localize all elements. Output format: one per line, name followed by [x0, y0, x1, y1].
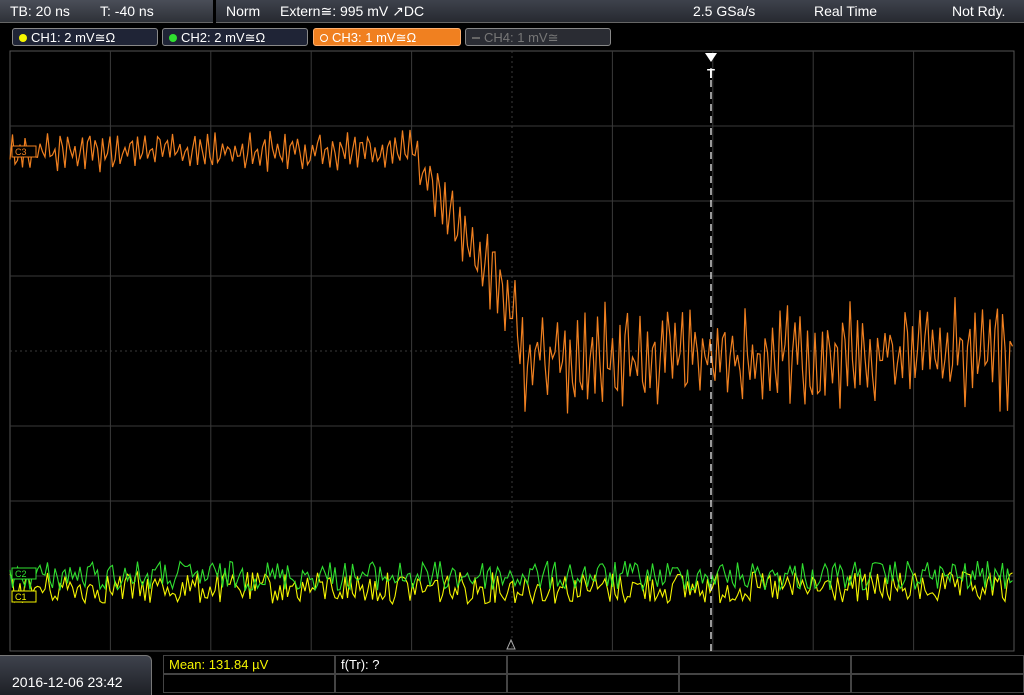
acquisition-status: Not Rdy.	[952, 3, 1006, 19]
trigger-offset-value[interactable]: T: -40 ns	[100, 0, 154, 22]
measurement-slot-10[interactable]	[851, 674, 1024, 693]
measurement-slot-6[interactable]	[163, 674, 335, 693]
trigger-panel[interactable]: Norm Extern≅: 995 mV ↗DC 2.5 GSa/s Real …	[216, 0, 1024, 23]
channel-1-marker-label: C1	[15, 592, 27, 602]
measurement-slot-3[interactable]	[507, 655, 679, 674]
channel-2-marker-label: C2	[15, 569, 27, 579]
channel-4-button[interactable]: CH4: 1 mV≅	[465, 28, 611, 46]
channel-1-indicator-icon	[19, 34, 27, 42]
channel-4-indicator-icon	[472, 37, 480, 39]
measurement-slot-4[interactable]	[679, 655, 851, 674]
channel-3-marker-label: C3	[15, 147, 27, 157]
trigger-mode[interactable]: Norm	[226, 0, 260, 22]
channel-1-button[interactable]: CH1: 2 mV≅Ω	[12, 28, 158, 46]
measurement-table[interactable]: Mean: 131.84 µV f(Tr): ?	[163, 655, 1024, 695]
timebase-panel[interactable]: TB: 20 ns T: -40 ns	[0, 0, 213, 23]
channel-3-level-marker[interactable]: C3	[11, 145, 37, 158]
channel-1-label: CH1: 2 mV≅Ω	[31, 30, 116, 45]
measurement-slot-5[interactable]	[851, 655, 1024, 674]
acquisition-mode: Real Time	[814, 3, 878, 19]
trigger-marker-label: T	[707, 66, 715, 81]
measurement-mean[interactable]: Mean: 131.84 µV	[163, 655, 335, 674]
datetime-value: 2016-12-06 23:42	[12, 674, 123, 690]
measurement-slot-7[interactable]	[335, 674, 507, 693]
channel-2-button[interactable]: CH2: 2 mV≅Ω	[162, 28, 308, 46]
channel-2-label: CH2: 2 mV≅Ω	[181, 30, 266, 45]
channel-3-indicator-icon	[320, 34, 328, 42]
measurement-ftr[interactable]: f(Tr): ?	[335, 655, 507, 674]
channel-3-label: CH3: 1 mV≅Ω	[332, 30, 417, 45]
sample-rate: 2.5 GSa/s	[693, 3, 756, 19]
waveform-display[interactable]: T C3 C2 C1	[0, 48, 1024, 655]
trigger-source[interactable]: Extern≅: 995 mV ↗DC	[280, 0, 424, 22]
channel-4-label: CH4: 1 mV≅	[484, 30, 559, 45]
channel-3-button[interactable]: CH3: 1 mV≅Ω	[313, 28, 461, 46]
channel-2-indicator-icon	[169, 34, 177, 42]
measurement-slot-8[interactable]	[507, 674, 679, 693]
measurement-slot-9[interactable]	[679, 674, 851, 693]
datetime-panel: 2016-12-06 23:42	[0, 655, 152, 695]
channel-2-level-marker[interactable]: C2	[11, 567, 37, 580]
timebase-value[interactable]: TB: 20 ns	[10, 0, 70, 22]
channel-1-level-marker[interactable]: C1	[11, 590, 37, 603]
